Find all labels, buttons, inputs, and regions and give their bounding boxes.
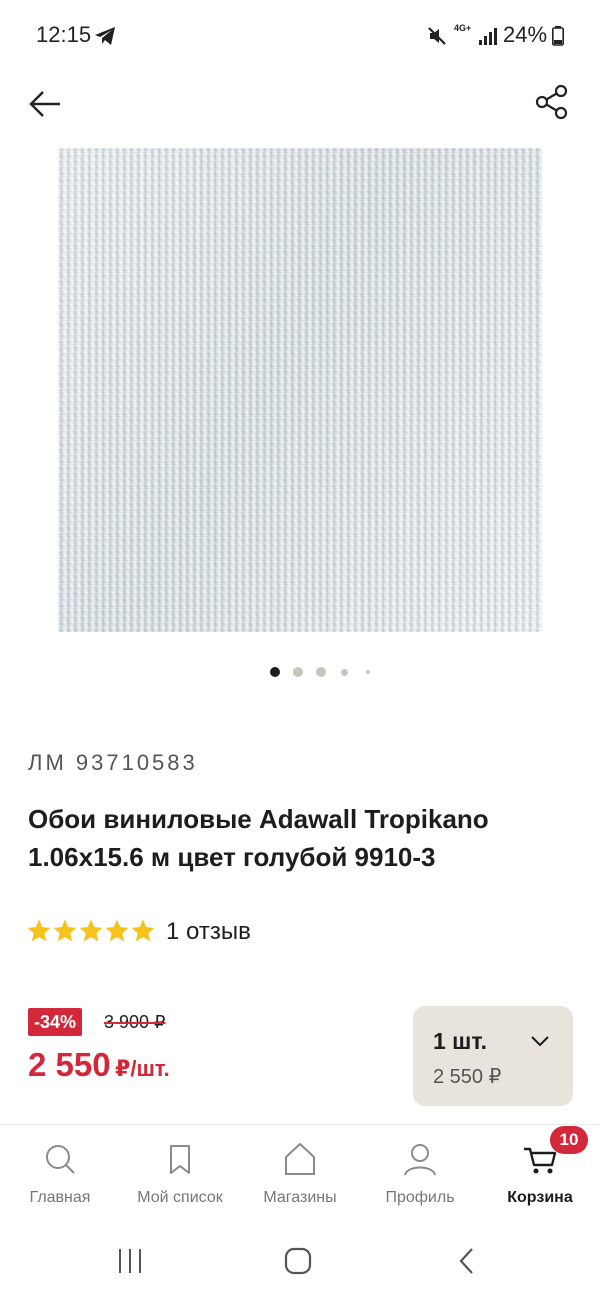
quantity-selector[interactable]: 1 шт. 2 550 ₽: [413, 1006, 573, 1106]
signal-icon: [479, 28, 497, 45]
bookmark-icon: [170, 1145, 190, 1174]
battery-icon: [552, 26, 564, 46]
nav-my-list[interactable]: Мой список: [120, 1125, 240, 1220]
carousel-dot-active[interactable]: [270, 667, 280, 677]
star-icon: [53, 919, 77, 942]
carousel-dot[interactable]: [316, 667, 326, 677]
system-nav-bar: [0, 1220, 600, 1299]
star-icon: [27, 919, 51, 942]
share-button[interactable]: [532, 82, 572, 122]
battery-percent: 24%: [503, 22, 548, 47]
chevron-down-icon: [531, 1036, 549, 1047]
nav-profile[interactable]: Профиль: [360, 1125, 480, 1220]
profile-icon: [404, 1144, 436, 1176]
quantity-label: 1 шт.: [433, 1028, 487, 1054]
star-icon: [105, 919, 129, 942]
reviews-link[interactable]: 1 отзыв: [166, 918, 251, 946]
quantity-price: 2 550 ₽: [433, 1066, 502, 1088]
carousel-dots: [0, 664, 600, 678]
system-back-button[interactable]: [448, 1246, 488, 1276]
carousel-dot[interactable]: [341, 669, 348, 676]
nav-stores[interactable]: Магазины: [240, 1125, 360, 1220]
network-type: 4G+: [454, 23, 472, 33]
nav-my-list-label: Мой список: [137, 1189, 223, 1206]
status-time: 12:15: [36, 22, 92, 47]
carousel-dot[interactable]: [366, 670, 370, 674]
search-icon: [46, 1145, 75, 1174]
nav-home-label: Главная: [29, 1189, 91, 1206]
home-button[interactable]: [278, 1246, 318, 1276]
nav-home[interactable]: Главная: [0, 1125, 120, 1220]
mute-icon: [428, 27, 446, 45]
discount-badge: -34%: [28, 1008, 83, 1036]
back-button[interactable]: [26, 84, 66, 124]
bottom-nav: Главная Мой список Магазины Профиль Корз…: [0, 1124, 600, 1220]
star-icon: [131, 919, 155, 942]
status-bar: 12:15 4G+ 24%: [0, 0, 600, 72]
current-price: 2 550 ₽/шт.: [28, 1046, 170, 1084]
telegram-icon: [95, 27, 115, 45]
star-icon: [79, 919, 103, 942]
nav-profile-label: Профиль: [385, 1189, 455, 1206]
product-title: Обои виниловые Adawall Tropikano 1.06х15…: [28, 804, 489, 872]
carousel-dot[interactable]: [293, 667, 303, 677]
nav-stores-label: Магазины: [263, 1189, 337, 1206]
nav-cart-label: Корзина: [507, 1189, 573, 1206]
store-icon: [285, 1143, 315, 1175]
cart-count-badge: 10: [550, 1126, 588, 1154]
recent-apps-button[interactable]: [110, 1246, 150, 1276]
old-price: 3 900 ₽: [104, 1012, 166, 1032]
price-value: 2 550: [28, 1046, 111, 1083]
product-sku: ЛМ 93710583: [28, 750, 198, 775]
price-unit: ₽/шт.: [115, 1056, 170, 1081]
product-image[interactable]: [58, 148, 542, 632]
